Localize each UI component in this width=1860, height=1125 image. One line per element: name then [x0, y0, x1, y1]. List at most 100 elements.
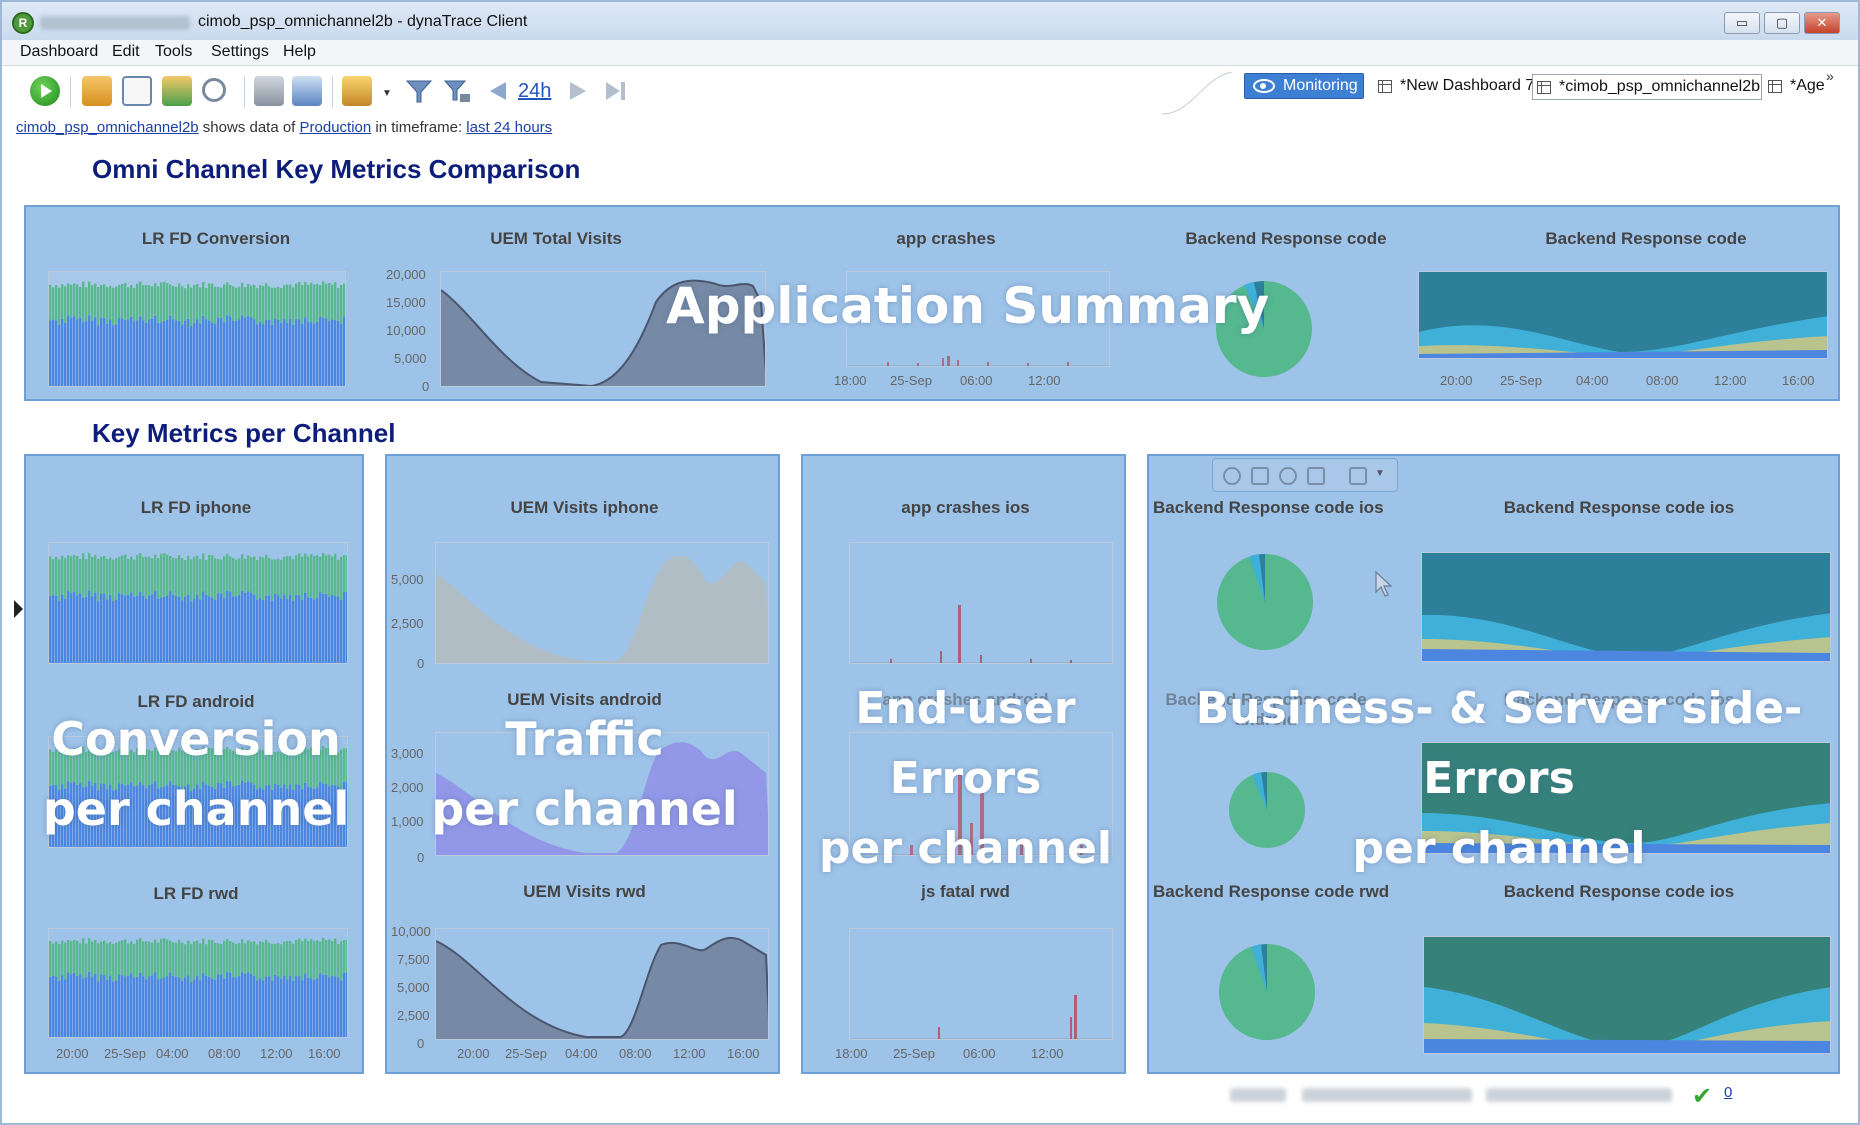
bar-segment: [73, 316, 76, 386]
bar-segment: [304, 938, 307, 975]
play-icon[interactable]: [30, 76, 60, 106]
chart-type-icon[interactable]: [1251, 467, 1269, 485]
grid-icon[interactable]: [1307, 467, 1325, 485]
bar-segment: [205, 559, 208, 595]
bar-segment: [274, 287, 277, 319]
bar-segment: [190, 601, 193, 663]
dashboard-link[interactable]: cimob_psp_omnichannel2b: [16, 119, 199, 136]
backend-ios-stacked-chart[interactable]: [1421, 552, 1831, 662]
bar-segment: [220, 593, 223, 663]
bar-segment: [247, 283, 250, 316]
search-icon[interactable]: [202, 78, 226, 102]
bar-segment: [85, 287, 88, 322]
menu-help[interactable]: Help: [283, 43, 316, 61]
bar-segment: [292, 287, 295, 325]
bar-segment: [97, 287, 100, 326]
bar-segment: [328, 283, 331, 322]
uem-rwd-area-chart[interactable]: [435, 928, 769, 1040]
bar-segment: [133, 977, 136, 1037]
bar-segment: [268, 595, 271, 663]
bar-segment: [70, 317, 73, 386]
conversion-bar-chart[interactable]: [48, 271, 346, 387]
next-timeframe-icon[interactable]: [562, 76, 592, 106]
bar-segment: [79, 943, 82, 975]
source-link[interactable]: Production: [300, 119, 372, 136]
add-dashboard-icon[interactable]: [162, 76, 192, 106]
bar-segment: [175, 976, 178, 1037]
minimize-button[interactable]: ▭: [1724, 12, 1760, 34]
sync-icon[interactable]: [342, 76, 372, 106]
backend-response-stacked-chart[interactable]: [1418, 271, 1828, 359]
bar-segment: [76, 555, 79, 596]
clock-icon[interactable]: [1223, 467, 1241, 485]
menu-tools[interactable]: Tools: [155, 43, 192, 61]
lr-rwd-bar-chart[interactable]: [48, 928, 348, 1038]
title-blurred-text: [40, 16, 190, 30]
bar-segment: [184, 944, 187, 978]
bar-segment: [145, 285, 148, 323]
x-axis-label: 12:00: [260, 1046, 293, 1061]
backend-rwd-pie-chart[interactable]: [1217, 942, 1317, 1042]
latest-timeframe-icon[interactable]: [600, 76, 630, 106]
monitoring-button[interactable]: Monitoring: [1244, 73, 1364, 99]
bar-segment: [52, 319, 55, 386]
backend-rwd-stacked-chart[interactable]: [1423, 936, 1831, 1054]
bar-segment: [76, 319, 79, 386]
close-button[interactable]: ✕: [1804, 12, 1840, 34]
bar-segment: [88, 938, 91, 972]
dropdown-arrow-icon[interactable]: ▼: [382, 88, 392, 99]
maximize-button[interactable]: ▢: [1764, 12, 1800, 34]
bar-segment: [64, 942, 67, 980]
bar-segment: [133, 287, 136, 322]
bar-segment: [346, 591, 347, 663]
bar-segment: [163, 938, 166, 978]
bar-segment: [100, 941, 103, 975]
previous-timeframe-icon[interactable]: [484, 76, 514, 106]
export-icon[interactable]: [292, 76, 322, 106]
menu-settings[interactable]: Settings: [211, 43, 269, 61]
bar-segment: [115, 286, 118, 325]
menu-dashboard[interactable]: Dashboard: [20, 43, 98, 61]
bar-segment: [169, 972, 172, 1037]
bar-segment: [226, 282, 229, 316]
x-axis-label: 20:00: [457, 1046, 490, 1061]
properties-icon[interactable]: [1349, 467, 1367, 485]
dropdown-arrow-icon[interactable]: ▼: [1375, 468, 1385, 479]
bar-segment: [226, 938, 229, 973]
status-bar: [2, 1078, 1858, 1112]
timeframe-24h-link[interactable]: 24h: [518, 80, 551, 103]
bar-segment: [223, 940, 226, 979]
bar-segment: [346, 939, 347, 973]
timeframe-link[interactable]: last 24 hours: [466, 119, 552, 136]
menu-edit[interactable]: Edit: [112, 43, 140, 61]
lr-iphone-bar-chart[interactable]: [48, 542, 348, 664]
bar-segment: [61, 284, 64, 319]
js-fatal-rwd-bar-chart[interactable]: [849, 928, 1113, 1040]
bar-segment: [130, 556, 133, 593]
backend-ios-pie-chart[interactable]: [1215, 552, 1315, 652]
bar-segment: [211, 940, 214, 979]
globe-icon[interactable]: [1279, 467, 1297, 485]
tab-cimob-psp-omnichannel2b[interactable]: *cimob_psp_omnichannel2b: [1532, 74, 1762, 100]
tab-age[interactable]: *Age: [1764, 74, 1826, 100]
bar-segment: [280, 288, 283, 323]
bar-segment: [208, 939, 211, 978]
eye-icon: [1253, 79, 1275, 93]
bar-segment: [64, 323, 67, 386]
tab-new-dashboard-7[interactable]: *New Dashboard 7: [1374, 74, 1532, 100]
filter-settings-icon[interactable]: [442, 76, 472, 106]
crashes-ios-bar-chart[interactable]: [849, 542, 1113, 664]
bar-segment: [334, 282, 337, 320]
bar-segment: [199, 599, 202, 663]
bar-segment: [340, 324, 343, 386]
expand-panel-icon[interactable]: [14, 600, 23, 618]
status-count-link[interactable]: 0: [1724, 1084, 1732, 1101]
print-icon[interactable]: [254, 76, 284, 106]
filter-icon[interactable]: [404, 76, 434, 106]
new-dashboard-icon[interactable]: [122, 76, 152, 106]
bar-segment: [310, 978, 313, 1037]
uem-iphone-area-chart[interactable]: [435, 542, 769, 664]
bar-segment: [265, 976, 268, 1037]
open-folder-icon[interactable]: [82, 76, 112, 106]
more-tabs-icon[interactable]: »: [1826, 68, 1834, 84]
